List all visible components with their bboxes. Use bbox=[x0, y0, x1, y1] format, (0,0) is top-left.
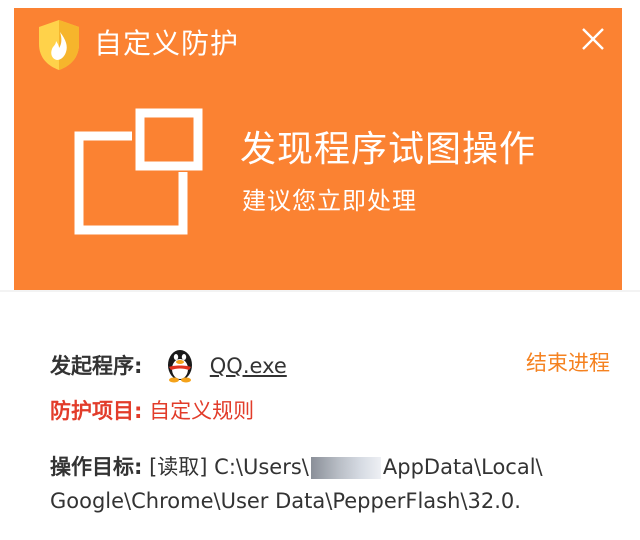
window-title: 自定义防护 bbox=[94, 27, 240, 60]
dialog-header: 自定义防护 发现程序试图操作 建议您立即处理 bbox=[14, 8, 622, 290]
target-row: 操作目标: [读取] C:\Users\ AppData\Local\ bbox=[50, 452, 543, 482]
alert-headline: 发现程序试图操作 bbox=[240, 129, 537, 170]
protect-value: 自定义规则 bbox=[149, 399, 255, 423]
target-path-part2: AppData\Local\ bbox=[382, 455, 543, 479]
end-process-button[interactable]: 结束进程 bbox=[526, 348, 610, 378]
shield-flame-icon bbox=[39, 20, 79, 70]
target-operation: [读取] bbox=[149, 455, 208, 479]
close-icon[interactable] bbox=[578, 24, 608, 54]
protect-item-row: 防护项目: 自定义规则 bbox=[50, 396, 254, 426]
header-divider bbox=[0, 290, 640, 292]
source-program-link[interactable]: QQ.exe bbox=[210, 354, 287, 378]
alert-subline: 建议您立即处理 bbox=[242, 187, 417, 215]
source-program-row: 发起程序: QQ.exe bbox=[50, 348, 287, 386]
window-popup-icon bbox=[74, 108, 204, 235]
target-path-part1: C:\Users\ bbox=[214, 455, 309, 479]
source-label: 发起程序: bbox=[50, 354, 143, 378]
qq-penguin-icon bbox=[168, 350, 193, 383]
target-path-line2: Google\Chrome\User Data\PepperFlash\32.0… bbox=[50, 489, 521, 513]
redacted-username bbox=[310, 457, 381, 479]
target-label: 操作目标: bbox=[50, 455, 143, 479]
protect-label: 防护项目: bbox=[50, 399, 143, 423]
